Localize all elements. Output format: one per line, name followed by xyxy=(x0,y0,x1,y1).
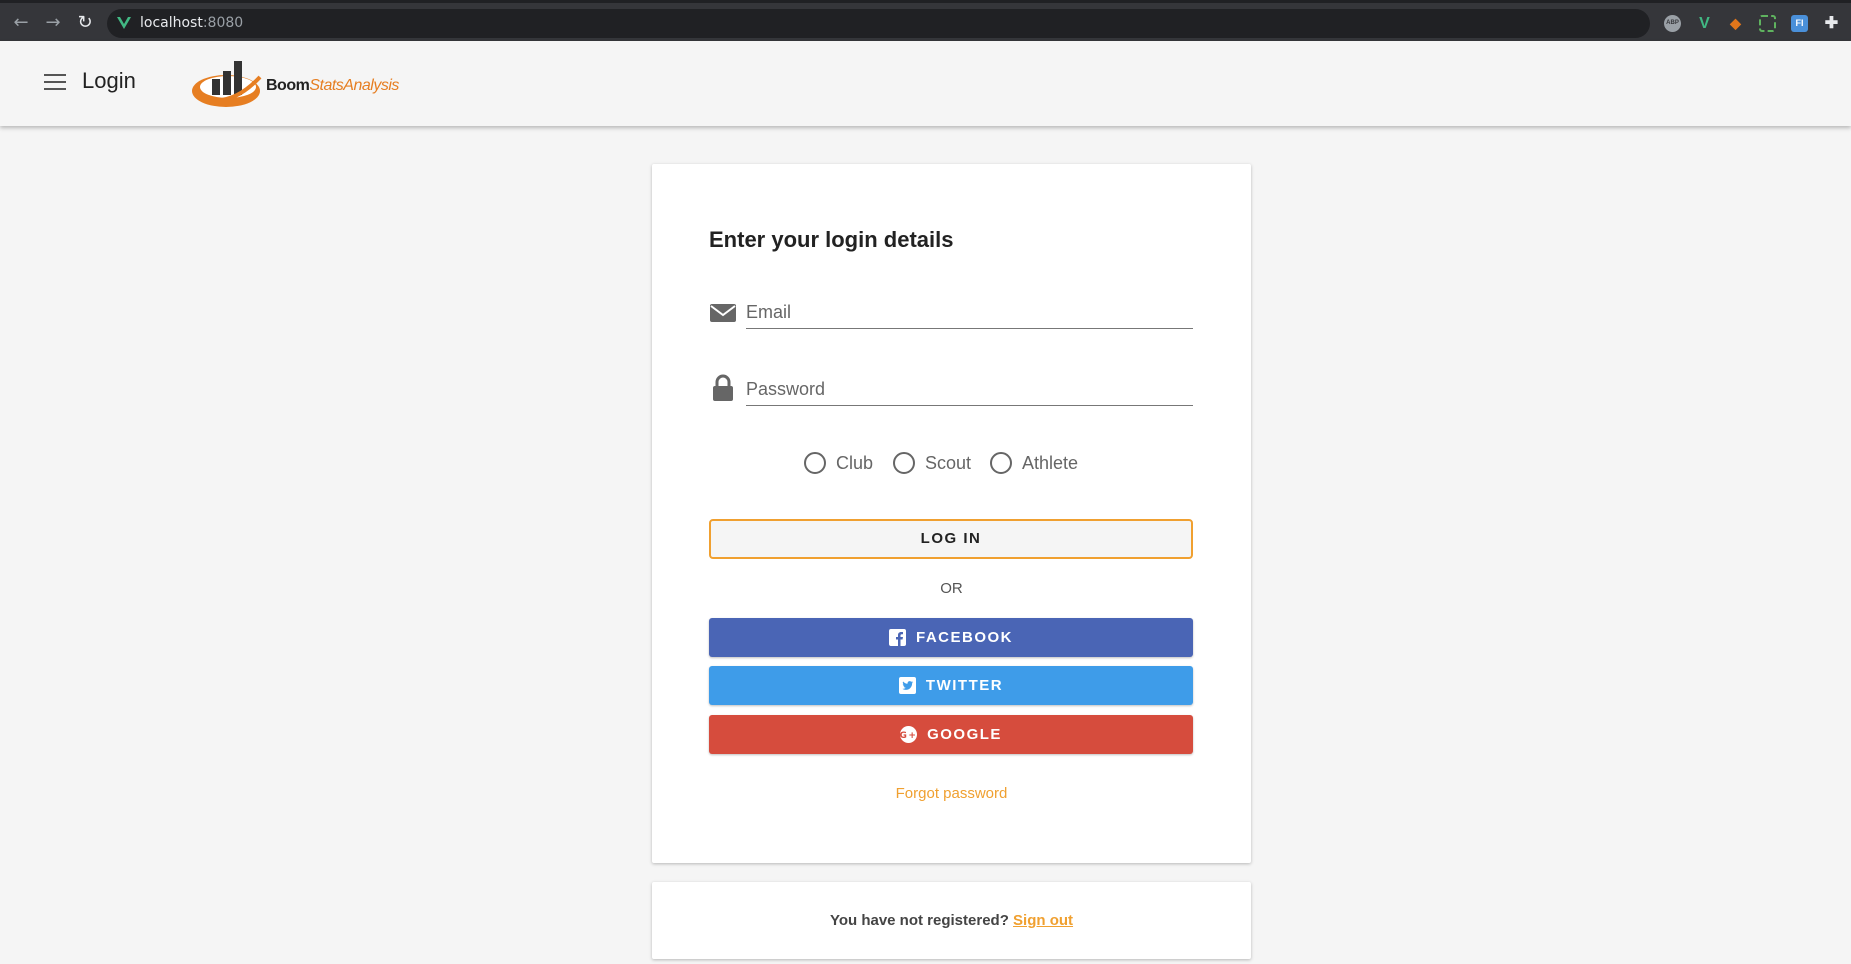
fi-extension-icon[interactable]: FI xyxy=(1791,15,1808,32)
twitter-label: TWITTER xyxy=(925,677,1004,694)
url-text[interactable]: localhost:8080 xyxy=(140,15,243,31)
google-plus-icon: G+ xyxy=(900,726,918,743)
role-radio-athlete[interactable]: Athlete xyxy=(990,449,1078,477)
vue-favicon-icon xyxy=(117,17,131,29)
login-card: Enter your login details Club Scout Athl… xyxy=(652,164,1251,863)
facebook-login-button[interactable]: FACEBOOK xyxy=(709,618,1193,657)
address-bar[interactable] xyxy=(107,9,1650,38)
twitter-icon xyxy=(898,677,916,694)
logo-text: BoomStatsAnalysis xyxy=(266,77,399,94)
email-icon xyxy=(710,304,736,322)
hamburger-menu-icon[interactable] xyxy=(44,74,66,90)
role-label-club: Club xyxy=(836,452,874,473)
role-radio-club[interactable]: Club xyxy=(804,449,873,477)
svg-text:G+: G+ xyxy=(900,731,917,741)
login-heading: Enter your login details xyxy=(709,227,954,252)
logo-chart-icon xyxy=(192,61,262,107)
page-title: Login xyxy=(82,68,136,93)
sign-out-link[interactable]: Sign out xyxy=(1013,912,1073,929)
url-host: localhost xyxy=(140,15,203,31)
extensions-puzzle-icon[interactable]: ✚ xyxy=(1823,15,1840,32)
facebook-icon xyxy=(888,629,906,646)
vue-devtools-icon[interactable]: V xyxy=(1696,15,1713,32)
facebook-label: FACEBOOK xyxy=(915,629,1013,646)
role-label-athlete: Athlete xyxy=(1022,452,1079,473)
forward-arrow-icon[interactable]: → xyxy=(41,11,65,35)
role-radio-scout[interactable]: Scout xyxy=(893,449,971,477)
google-label: GOOGLE xyxy=(927,726,1002,743)
app-header: Login BoomStatsAnalysis xyxy=(0,41,1851,126)
google-login-button[interactable]: G+ GOOGLE xyxy=(709,715,1193,754)
metamask-icon[interactable]: ◆ xyxy=(1727,15,1744,32)
twitter-login-button[interactable]: TWITTER xyxy=(709,666,1193,705)
register-card: You have not registered? Sign out xyxy=(652,882,1251,959)
forgot-password-link[interactable]: Forgot password xyxy=(652,785,1251,802)
role-label-scout: Scout xyxy=(925,452,972,473)
radio-circle[interactable] xyxy=(990,452,1012,474)
lock-icon xyxy=(713,374,733,401)
register-text: You have not registered? xyxy=(829,912,1009,929)
radio-circle[interactable] xyxy=(804,452,826,474)
selection-icon[interactable] xyxy=(1759,15,1776,32)
login-button[interactable]: LOG IN xyxy=(709,519,1193,559)
password-field[interactable] xyxy=(746,374,1193,406)
or-divider: OR xyxy=(940,580,963,597)
logo[interactable]: BoomStatsAnalysis xyxy=(190,53,420,113)
radio-circle[interactable] xyxy=(893,452,915,474)
url-port: :8080 xyxy=(202,15,244,31)
reload-icon[interactable]: ↻ xyxy=(73,11,97,35)
adblock-icon[interactable]: ABP xyxy=(1664,15,1681,32)
browser-toolbar: ← → ↻ localhost:8080 ABP V ◆ FI ✚ xyxy=(0,0,1851,41)
email-field[interactable] xyxy=(746,297,1193,329)
back-arrow-icon[interactable]: ← xyxy=(9,11,33,35)
